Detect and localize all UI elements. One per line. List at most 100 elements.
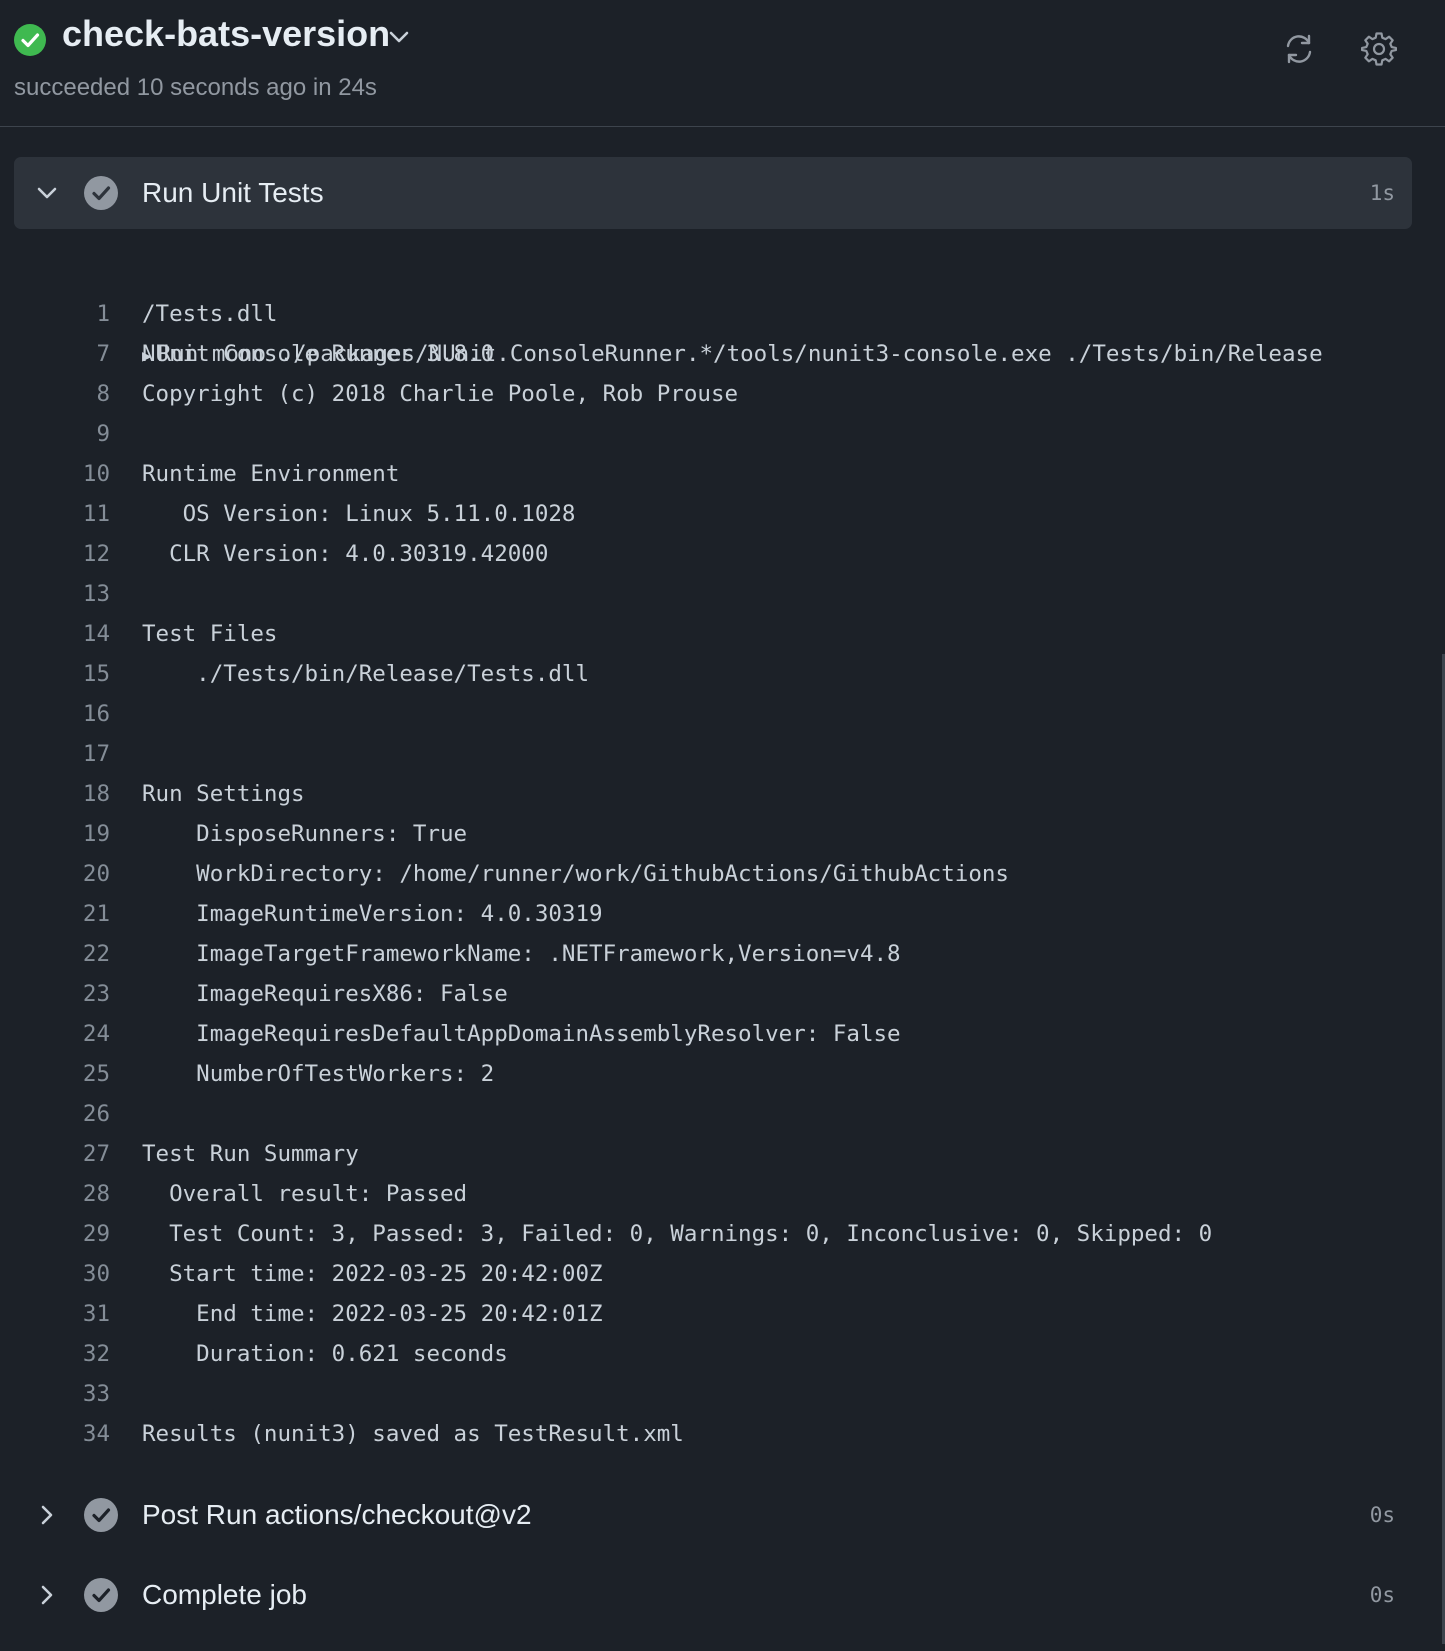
line-number[interactable]: 21 — [0, 894, 110, 934]
log-line: 17 — [0, 734, 1445, 774]
step-check-icon — [84, 176, 118, 210]
line-number[interactable]: 17 — [0, 734, 110, 774]
log-text: NumberOfTestWorkers: 2 — [142, 1061, 495, 1087]
line-number[interactable]: 15 — [0, 654, 110, 694]
log-line: 20 WorkDirectory: /home/runner/work/Gith… — [0, 854, 1445, 894]
log-text: ImageRuntimeVersion: 4.0.30319 — [142, 901, 603, 927]
job-header: check-bats-version succeeded 10 seconds … — [0, 0, 1445, 127]
log-line: 16 — [0, 694, 1445, 734]
log-line: 24 ImageRequiresDefaultAppDomainAssembly… — [0, 1014, 1445, 1054]
log-text: ImageRequiresX86: False — [142, 981, 508, 1007]
log-text: DisposeRunners: True — [142, 821, 468, 847]
line-number[interactable]: 7 — [0, 334, 110, 374]
job-title: check-bats-version — [62, 13, 391, 54]
step-name: Post Run actions/checkout@v2 — [142, 1499, 532, 1530]
step-post-run-checkout[interactable]: Post Run actions/checkout@v2 0s — [14, 1479, 1412, 1551]
log-line: 18 Run Settings — [0, 774, 1445, 814]
step-check-icon — [84, 1578, 118, 1612]
line-number[interactable]: 29 — [0, 1214, 110, 1254]
step-duration: 1s — [1369, 181, 1395, 205]
line-number[interactable]: 24 — [0, 1014, 110, 1054]
log-line: 34 Results (nunit3) saved as TestResult.x… — [0, 1414, 1445, 1454]
log-line: 28 Overall result: Passed — [0, 1174, 1445, 1214]
log-text: ImageRequiresDefaultAppDomainAssemblyRes… — [142, 1021, 901, 1047]
chevron-down-icon[interactable] — [33, 179, 61, 207]
log-text: WorkDirectory: /home/runner/work/GithubA… — [142, 861, 1009, 887]
log-text: OS Version: Linux 5.11.0.1028 — [142, 501, 576, 527]
log-line[interactable]: 1 ▶ Run mono ./packages/NUnit.ConsoleRunn… — [0, 254, 1445, 367]
line-number[interactable]: 14 — [0, 614, 110, 654]
step-log: 1 ▶ Run mono ./packages/NUnit.ConsoleRunn… — [0, 254, 1445, 1454]
step-complete-job[interactable]: Complete job 0s — [14, 1559, 1412, 1631]
log-line: 32 Duration: 0.621 seconds — [0, 1334, 1445, 1374]
line-number[interactable]: 18 — [0, 774, 110, 814]
step-run-unit-tests[interactable]: Run Unit Tests 1s — [14, 157, 1412, 229]
log-line: 19 DisposeRunners: True — [0, 814, 1445, 854]
log-text: Runtime Environment — [142, 461, 400, 487]
line-number[interactable]: 31 — [0, 1294, 110, 1334]
log-text: Run Settings — [142, 781, 305, 807]
step-duration: 0s — [1369, 1503, 1395, 1527]
log-line: 12 CLR Version: 4.0.30319.42000 — [0, 534, 1445, 574]
line-number[interactable]: 13 — [0, 574, 110, 614]
line-number[interactable]: 20 — [0, 854, 110, 894]
log-line: 23 ImageRequiresX86: False — [0, 974, 1445, 1014]
log-text: Copyright (c) 2018 Charlie Poole, Rob Pr… — [142, 381, 739, 407]
log-line: 21 ImageRuntimeVersion: 4.0.30319 — [0, 894, 1445, 934]
log-line: 22 ImageTargetFrameworkName: .NETFramewo… — [0, 934, 1445, 974]
line-number[interactable]: 30 — [0, 1254, 110, 1294]
line-number[interactable]: 23 — [0, 974, 110, 1014]
log-line: 9 — [0, 414, 1445, 454]
line-number[interactable]: 16 — [0, 694, 110, 734]
success-check-icon — [14, 24, 46, 56]
line-number[interactable]: 25 — [0, 1054, 110, 1094]
line-number[interactable]: 28 — [0, 1174, 110, 1214]
chevron-down-icon[interactable] — [386, 24, 412, 50]
refresh-icon[interactable] — [1281, 31, 1317, 67]
log-line: 33 — [0, 1374, 1445, 1414]
line-number[interactable]: 32 — [0, 1334, 110, 1374]
step-name: Complete job — [142, 1579, 307, 1610]
log-line: 14 Test Files — [0, 614, 1445, 654]
log-line: 29 Test Count: 3, Passed: 3, Failed: 0, … — [0, 1214, 1445, 1254]
log-text: Test Files — [142, 621, 278, 647]
chevron-right-icon[interactable] — [33, 1501, 61, 1529]
log-line: 25 NumberOfTestWorkers: 2 — [0, 1054, 1445, 1094]
log-line: 27 Test Run Summary — [0, 1134, 1445, 1174]
line-number[interactable]: 10 — [0, 454, 110, 494]
log-line: 30 Start time: 2022-03-25 20:42:00Z — [0, 1254, 1445, 1294]
log-text: CLR Version: 4.0.30319.42000 — [142, 541, 549, 567]
chevron-right-icon[interactable] — [33, 1581, 61, 1609]
log-text: ImageTargetFrameworkName: .NETFramework,… — [142, 941, 901, 967]
line-number[interactable]: 19 — [0, 814, 110, 854]
line-number[interactable]: 27 — [0, 1134, 110, 1174]
step-check-icon — [84, 1498, 118, 1532]
line-number[interactable]: 11 — [0, 494, 110, 534]
job-status-text: succeeded 10 seconds ago in 24s — [14, 74, 377, 101]
log-text: Start time: 2022-03-25 20:42:00Z — [142, 1261, 603, 1287]
line-number[interactable]: 9 — [0, 414, 110, 454]
line-number[interactable]: 34 — [0, 1414, 110, 1454]
log-line: 15 ./Tests/bin/Release/Tests.dll — [0, 654, 1445, 694]
gear-icon[interactable] — [1361, 31, 1397, 67]
log-line: 11 OS Version: Linux 5.11.0.1028 — [0, 494, 1445, 534]
log-text: Overall result: Passed — [142, 1181, 468, 1207]
line-number[interactable]: 8 — [0, 374, 110, 414]
log-text: Results (nunit3) saved as TestResult.xml — [142, 1421, 684, 1447]
step-duration: 0s — [1369, 1583, 1395, 1607]
log-line: 31 End time: 2022-03-25 20:42:01Z — [0, 1294, 1445, 1334]
log-text: Test Run Summary — [142, 1141, 359, 1167]
line-number[interactable]: 26 — [0, 1094, 110, 1134]
line-number[interactable]: 33 — [0, 1374, 110, 1414]
step-name: Run Unit Tests — [142, 177, 324, 208]
log-text: NUnit Console Runner 3.8.0 — [142, 341, 495, 367]
log-line: 10 Runtime Environment — [0, 454, 1445, 494]
line-number[interactable]: 22 — [0, 934, 110, 974]
line-number[interactable]: 12 — [0, 534, 110, 574]
log-text: Test Count: 3, Passed: 3, Failed: 0, War… — [142, 1221, 1213, 1247]
log-text: ./Tests/bin/Release/Tests.dll — [142, 661, 590, 687]
log-line: 13 — [0, 574, 1445, 614]
log-line: 8 Copyright (c) 2018 Charlie Poole, Rob P… — [0, 374, 1445, 414]
log-text-continuation: /Tests.dll — [142, 301, 278, 327]
line-number[interactable]: 1 — [0, 294, 110, 334]
